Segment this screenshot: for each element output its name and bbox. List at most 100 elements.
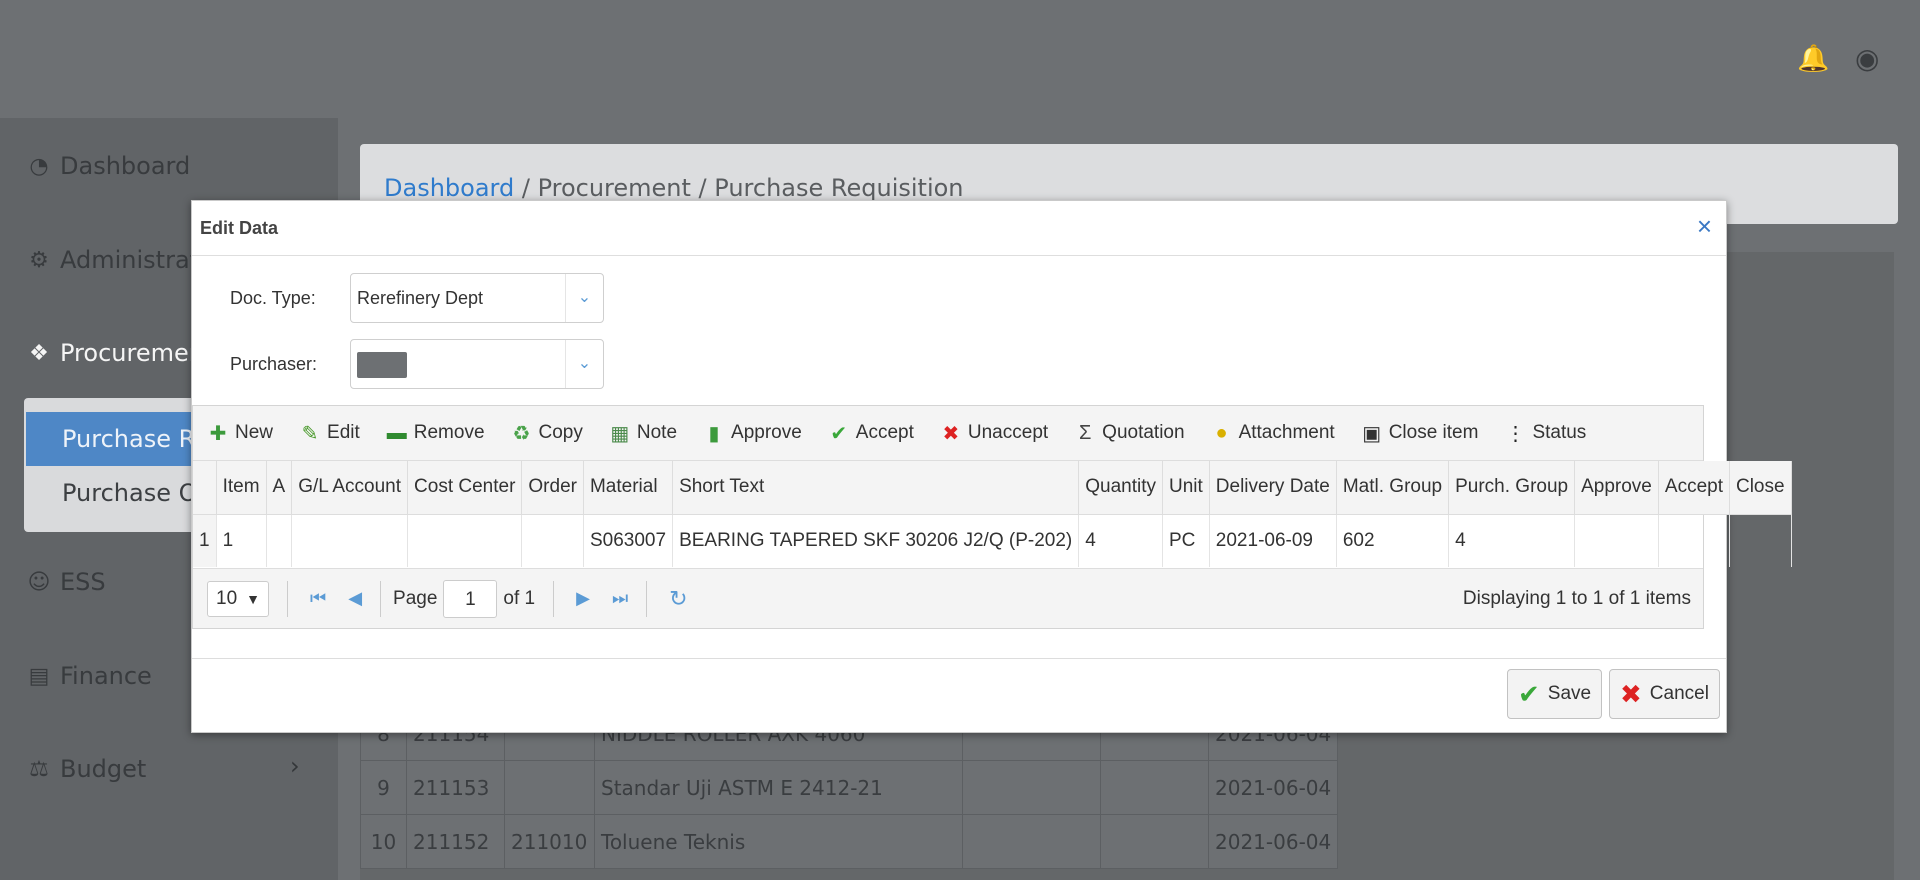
date: 2021-06-04 [1207,760,1339,815]
column-header[interactable]: Cost Center [407,461,523,515]
gl-account-cell[interactable] [291,514,409,567]
sidebar-item-dashboard[interactable]: ◔ Dashboard [24,146,190,186]
purch-group-cell[interactable]: 4 [1448,514,1576,567]
delivery-date-cell[interactable]: 2021-06-09 [1209,514,1337,567]
next-page-icon[interactable]: ▶ [576,588,590,609]
column-header[interactable]: Matl. Group [1336,461,1450,515]
button-label: Note [636,422,678,443]
column-header[interactable]: Item [216,461,267,515]
pager-separator [553,580,555,617]
row-number: 9 [360,760,407,815]
status-button[interactable]: ⋮ Status [1504,421,1586,446]
first-page-icon[interactable]: ⏮ [310,588,326,609]
attachment-button[interactable]: ● Attachment [1211,422,1335,445]
unit-cell[interactable]: PC [1162,514,1210,567]
book-icon: ▮ [708,422,720,445]
description: Standar Uji ASTM E 2412-21 [594,760,963,815]
last-page-icon[interactable]: ⏭ [612,588,628,609]
gauge-icon: ◔ [29,153,49,179]
order-cell[interactable] [521,514,584,567]
sidebar-item-budget[interactable]: ⚖ Budget [24,749,146,789]
pr-number: 211152 [406,814,505,869]
table-row[interactable]: 9 211153 Standar Uji ASTM E 2412-21 2021… [360,760,1339,815]
button-label: Save [1547,683,1592,704]
quotation-button[interactable]: Σ Quotation [1074,422,1185,445]
column-header[interactable]: Accept [1658,461,1730,515]
sidebar-item-label: ESS [60,568,106,596]
dots-vertical-icon: ⋮ [1505,422,1526,445]
accept-cell[interactable] [1658,514,1730,567]
sidebar-item-ess[interactable]: ☺ ESS [24,562,106,602]
approve-button[interactable]: ▮ Approve [703,421,802,446]
chevron-right-icon[interactable]: › [290,752,300,780]
grid-toolbar: ✚ New ✎ Edit ▬ Remove ♻ Copy ▦ Note ▮ Approve … [193,406,1703,461]
chevron-down-icon[interactable]: ⌄ [565,340,603,388]
matl-group-cell[interactable]: 602 [1336,514,1450,567]
accept-button[interactable]: ✔ Accept [828,421,913,446]
short-text-cell[interactable]: BEARING TAPERED SKF 30206 J2/Q (P-202) [672,514,1080,567]
redacted-cell [962,760,1101,815]
sidebar-item-finance[interactable]: ▤ Finance [24,656,152,696]
column-header[interactable]: Approve [1574,461,1659,515]
page-size-select[interactable]: 10 ▼ [207,580,269,617]
plus-icon: ✚ [209,422,227,445]
purchaser-select[interactable]: ⌄ [350,339,604,389]
sidebar-item-label: Finance [60,662,152,690]
button-label: Edit [327,422,360,443]
column-header[interactable]: Delivery Date [1209,461,1337,515]
unaccept-button[interactable]: ✖ Unaccept [940,421,1049,446]
button-label: New [235,422,274,443]
material-cell[interactable]: S063007 [583,514,674,567]
page-number-input[interactable]: 1 [443,579,498,618]
note-button[interactable]: ▦ Note [609,421,677,446]
doc-type-select[interactable]: Rerefinery Dept ⌄ [350,273,604,323]
prev-page-icon[interactable]: ◀ [348,588,362,609]
refresh-icon[interactable]: ↻ [669,586,687,612]
a-cell[interactable] [266,514,293,567]
cancel-button[interactable]: ✖ Cancel [1609,669,1720,719]
order-number [504,760,595,815]
approve-cell[interactable] [1574,514,1659,567]
page-count-label: of 1 [503,587,536,609]
doc-type-row: Doc. Type: Rerefinery Dept ⌄ [230,273,604,323]
quantity-cell[interactable]: 4 [1078,514,1163,567]
save-button[interactable]: ✔ Save [1507,669,1603,719]
copy-button[interactable]: ♻ Copy [511,421,583,446]
dialog-title: Edit Data [200,218,279,238]
bell-icon[interactable]: 🔔 [1797,45,1829,73]
user-circle-icon[interactable]: ◉ [1855,45,1879,73]
close-cell[interactable] [1729,514,1792,567]
button-label: Unaccept [967,422,1049,443]
table-row[interactable]: 1 1 S063007 BEARING TAPERED SKF 30206 J2… [193,514,1792,567]
scale-icon: ⚖ [29,756,49,782]
order-number: 211010 [504,814,595,869]
column-header[interactable]: Unit [1162,461,1210,515]
check-icon: ✔ [830,422,848,445]
items-grid: ✚ New ✎ Edit ▬ Remove ♻ Copy ▦ Note ▮ Approve … [192,405,1792,629]
bulb-icon: ● [1215,421,1228,444]
item-cell[interactable]: 1 [216,514,267,567]
close-item-button[interactable]: ▣ Close item [1361,421,1478,446]
column-header[interactable]: Short Text [672,461,1080,515]
column-header[interactable]: Close [1729,461,1792,515]
column-header[interactable]: Quantity [1078,461,1163,515]
chevron-down-icon[interactable]: ⌄ [565,274,603,322]
column-header[interactable]: Purch. Group [1448,461,1576,515]
lock-icon: ▣ [1362,422,1382,445]
check-icon: ✔ [1518,678,1540,709]
remove-button[interactable]: ▬ Remove [386,422,485,445]
close-icon[interactable]: × [1697,211,1712,242]
dialog-header: Edit Data × [192,201,1726,256]
edit-button[interactable]: ✎ Edit [299,421,360,446]
sidebar-item-procurement[interactable]: ❖ Procurement [24,333,213,373]
column-header[interactable]: Material [583,461,674,515]
note-icon: ▦ [610,422,630,445]
column-header[interactable]: G/L Account [291,461,409,515]
column-header[interactable]: Order [521,461,584,515]
column-header[interactable]: A [266,461,293,515]
new-button[interactable]: ✚ New [207,421,273,446]
table-row[interactable]: 10 211152 211010 Toluene Teknis 2021-06-… [360,814,1339,869]
x-circle-icon: ✖ [942,422,960,445]
cost-center-cell[interactable] [407,514,523,567]
breadcrumb-home-link[interactable]: Dashboard [384,174,514,202]
